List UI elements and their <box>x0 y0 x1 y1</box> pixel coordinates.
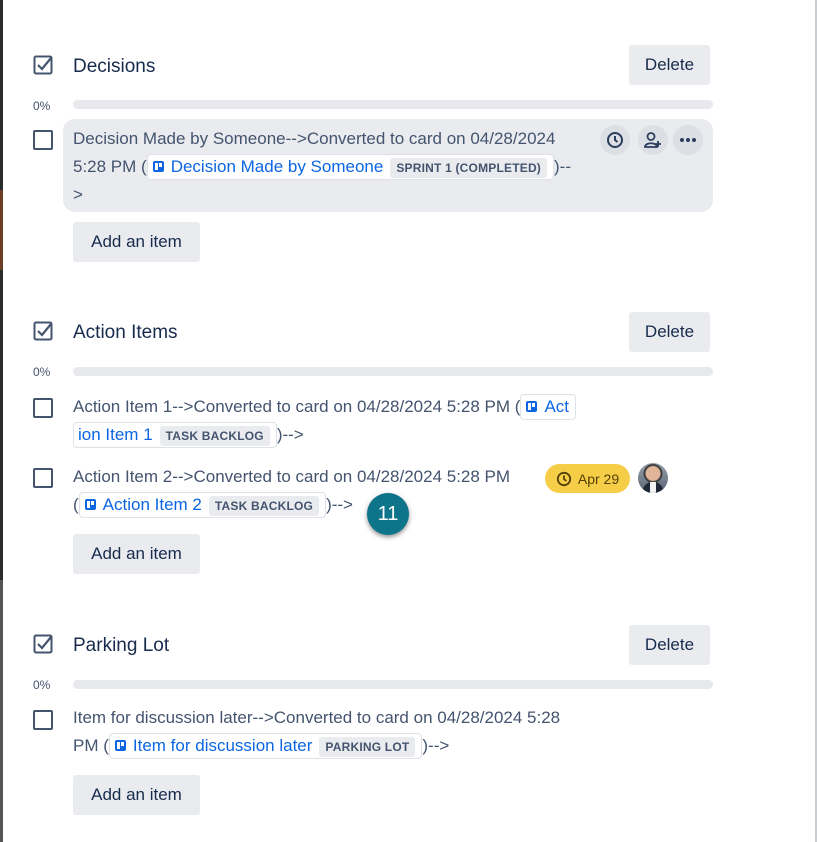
card-link-chip[interactable]: Decision Made by Someone SPRINT 1 (COMPLE… <box>146 154 554 180</box>
card-list-lozenge: TASK BACKLOG <box>159 426 270 446</box>
checklist-title[interactable]: Parking Lot <box>73 635 169 657</box>
progress-bar <box>73 367 713 376</box>
clock-icon <box>556 471 571 486</box>
due-date-text: Apr 29 <box>577 470 620 487</box>
background-window-edge <box>0 0 3 842</box>
item-text-before-line2: ( <box>73 495 79 514</box>
card-link-chip[interactable]: Action Item 2 TASK BACKLOG <box>78 492 327 518</box>
add-item-button[interactable]: Add an item <box>73 222 200 262</box>
card-list-lozenge: SPRINT 1 (COMPLETED) <box>390 158 547 178</box>
card-list-lozenge: TASK BACKLOG <box>208 496 320 516</box>
item-text-before-line2: PM ( <box>73 736 109 755</box>
delete-checklist-button[interactable]: Delete <box>629 45 710 85</box>
trello-card-icon <box>152 161 164 172</box>
item-text-before: Action Item 2-->Converted to card on 04/… <box>73 467 511 486</box>
card-list-lozenge: PARKING LOT <box>319 737 416 757</box>
progress-bar <box>73 100 713 109</box>
delete-checklist-button[interactable]: Delete <box>629 625 710 665</box>
card-link-chip[interactable]: Item for discussion later PARKING LOT <box>108 733 423 759</box>
item-text-after: )--> <box>326 495 353 514</box>
checklist-item-text[interactable]: Action Item 2-->Converted to card on 04/… <box>73 463 543 519</box>
assign-member-button[interactable] <box>638 125 668 155</box>
step-number-badge: 11 <box>367 493 409 535</box>
delete-checklist-button[interactable]: Delete <box>629 312 710 352</box>
item-text-before-line2: 5:28 PM ( <box>73 157 147 176</box>
avatar-shirt <box>650 482 656 493</box>
card-link[interactable]: ion Item 1 <box>78 425 153 444</box>
progress-percent: 0% <box>33 365 51 379</box>
item-text-before: Item for discussion later-->Converted to… <box>73 708 561 727</box>
item-text-after: )--> <box>276 425 304 444</box>
trello-card-icon <box>526 401 538 412</box>
progress-percent: 0% <box>33 678 51 692</box>
add-member-icon <box>644 132 661 148</box>
set-due-date-button[interactable] <box>600 125 630 155</box>
item-checkbox[interactable] <box>33 130 53 150</box>
card-link-chip[interactable]: Act <box>520 394 577 420</box>
due-date-badge[interactable]: Apr 29 <box>545 464 630 493</box>
checklist-icon <box>33 55 53 75</box>
card-link[interactable]: Act <box>544 397 569 416</box>
checklist-title[interactable]: Action Items <box>73 322 178 344</box>
checklist-item-text[interactable]: Item for discussion later-->Converted to… <box>73 704 593 760</box>
item-text-before: Decision Made by Someone-->Converted to … <box>73 129 556 148</box>
item-checkbox[interactable] <box>33 398 53 418</box>
add-item-button[interactable]: Add an item <box>73 775 200 815</box>
checklist-title[interactable]: Decisions <box>73 56 155 78</box>
card-link-chip-continued[interactable]: ion Item 1 TASK BACKLOG <box>73 422 277 448</box>
clock-icon <box>607 132 623 148</box>
assigned-member-avatar[interactable] <box>638 463 668 493</box>
checklist-icon <box>33 634 53 654</box>
card-link[interactable]: Decision Made by Someone <box>171 157 384 176</box>
item-checkbox[interactable] <box>33 710 53 730</box>
more-icon <box>680 138 696 142</box>
checklist-icon <box>33 321 53 341</box>
progress-percent: 0% <box>33 99 51 113</box>
item-actions-button[interactable] <box>673 125 703 155</box>
item-text-after: )--> <box>422 736 450 755</box>
item-text-before: Action Item 1-->Converted to card on 04/… <box>73 397 521 416</box>
card-link[interactable]: Action Item 2 <box>103 495 202 514</box>
item-checkbox[interactable] <box>33 468 53 488</box>
trello-card-icon <box>114 740 126 751</box>
progress-bar <box>73 680 713 689</box>
checklist-item-text[interactable]: Decision Made by Someone-->Converted to … <box>73 125 598 209</box>
add-item-button[interactable]: Add an item <box>73 534 200 574</box>
card-link[interactable]: Item for discussion later <box>133 736 313 755</box>
item-text-after-line3: > <box>73 185 83 204</box>
trello-card-icon <box>84 499 96 510</box>
checklist-item-text[interactable]: Action Item 1-->Converted to card on 04/… <box>73 393 613 449</box>
item-text-after: )-- <box>554 157 571 176</box>
